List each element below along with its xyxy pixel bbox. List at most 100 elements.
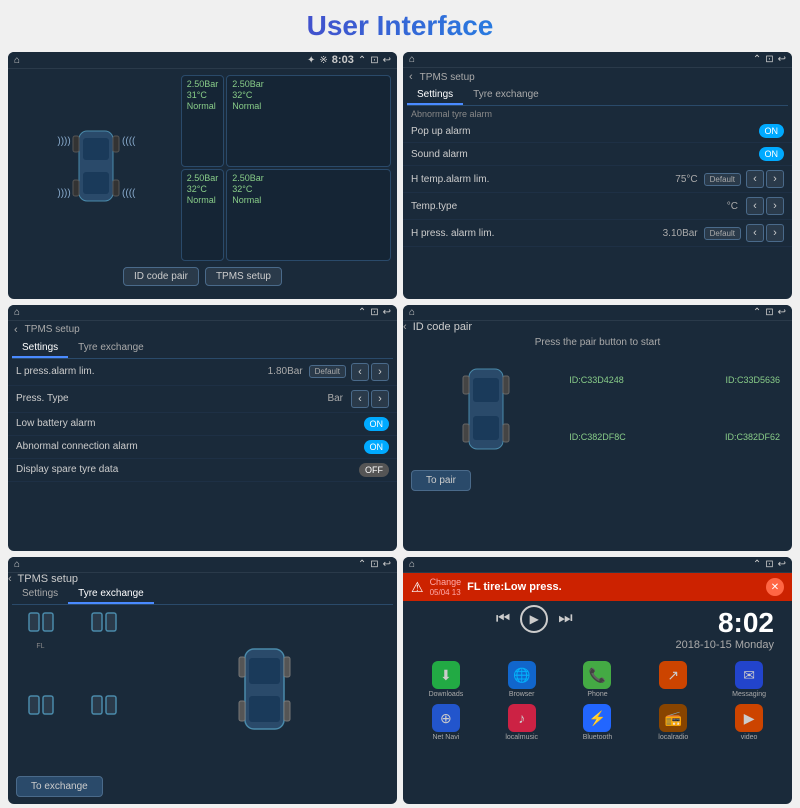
tire-fr-status: Normal bbox=[232, 101, 385, 111]
home-icon-6[interactable]: ⌂ bbox=[409, 559, 415, 570]
status-bar-2: ⌂ ⌃ ⊡ ↩ bbox=[403, 52, 792, 68]
expand-icon-4[interactable]: ⌃ bbox=[753, 307, 761, 318]
h-press-prev[interactable]: ‹ bbox=[746, 224, 764, 242]
low-battery-toggle[interactable]: ON bbox=[364, 417, 390, 431]
press-type-prev[interactable]: ‹ bbox=[351, 390, 369, 408]
tire-rr-bar: 2.50Bar bbox=[232, 173, 385, 183]
tyre-fr-icon[interactable] bbox=[88, 609, 120, 641]
temp-type-next[interactable]: › bbox=[766, 197, 784, 215]
tab-tyre-exchange-3[interactable]: Tyre exchange bbox=[68, 339, 154, 358]
app-phone[interactable]: 📞 Phone bbox=[561, 661, 635, 698]
setting-sound-alarm: Sound alarm ON bbox=[403, 143, 792, 166]
window-icon-3[interactable]: ⊡ bbox=[370, 307, 378, 318]
prev-button[interactable]: ⏮ bbox=[496, 610, 510, 628]
popup-alarm-toggle[interactable]: ON bbox=[759, 124, 785, 138]
car-center-exchange bbox=[136, 609, 393, 768]
tab-tyre-exchange-5[interactable]: Tyre exchange bbox=[68, 585, 154, 604]
tire-fr-bar: 2.50Bar bbox=[232, 79, 385, 89]
panel-tpms-settings-1: ⌂ ⌃ ⊡ ↩ ‹ TPMS setup Settings Tyre excha… bbox=[403, 52, 792, 299]
back-icon-5[interactable]: ↩ bbox=[383, 559, 391, 570]
tpms-setup-button[interactable]: TPMS setup bbox=[205, 267, 282, 286]
panel-tyre-exchange: ⌂ ⌃ ⊡ ↩ ‹ TPMS setup Settings Tyre excha… bbox=[8, 557, 397, 804]
setting-h-press: H press. alarm lim. 3.10Bar Default ‹ › bbox=[403, 220, 792, 247]
l-press-next[interactable]: › bbox=[371, 363, 389, 381]
h-press-next[interactable]: › bbox=[766, 224, 784, 242]
app-nav[interactable]: ↗ bbox=[636, 661, 710, 698]
abnormal-conn-toggle[interactable]: ON bbox=[364, 440, 390, 454]
expand-icon-3[interactable]: ⌃ bbox=[358, 307, 366, 318]
tyre-rl-icon[interactable] bbox=[25, 692, 57, 724]
expand-icon-2[interactable]: ⌃ bbox=[753, 54, 761, 65]
tyre-rr-icon[interactable] bbox=[88, 692, 120, 724]
tire-rl-bar: 2.50Bar bbox=[187, 173, 219, 183]
home-icon-5[interactable]: ⌂ bbox=[14, 559, 20, 570]
tab-settings-3[interactable]: Settings bbox=[12, 339, 68, 358]
tab-settings-2[interactable]: Settings bbox=[407, 86, 463, 105]
back-icon-4[interactable]: ↩ bbox=[778, 307, 786, 318]
home-icon[interactable]: ⌂ bbox=[14, 55, 20, 66]
home-icon-2[interactable]: ⌂ bbox=[409, 54, 415, 65]
spare-tyre-toggle[interactable]: OFF bbox=[359, 463, 389, 477]
clock-display: 8:02 bbox=[666, 601, 784, 639]
back-icon[interactable]: ↩ bbox=[383, 55, 391, 66]
back-arrow-2[interactable]: ‹ bbox=[409, 71, 413, 83]
setting-l-press: L press.alarm lim. 1.80Bar Default ‹ › bbox=[8, 359, 397, 386]
window-icon-2[interactable]: ⊡ bbox=[765, 54, 773, 65]
app-browser[interactable]: 🌐 Browser bbox=[485, 661, 559, 698]
temp-type-label: Temp.type bbox=[411, 201, 727, 212]
setting-h-temp: H temp.alarm lim. 75°C Default ‹ › bbox=[403, 166, 792, 193]
h-press-label: H press. alarm lim. bbox=[411, 228, 663, 239]
window-icon-6[interactable]: ⊡ bbox=[765, 559, 773, 570]
app-video[interactable]: ▶ video bbox=[712, 704, 786, 741]
back-arrow-5[interactable]: ‹ bbox=[8, 573, 12, 585]
app-netnavi[interactable]: ⊕ Net Navi bbox=[409, 704, 483, 741]
temp-type-prev[interactable]: ‹ bbox=[746, 197, 764, 215]
status-bar-1: ⌂ ✦ ※ 8:03 ⌃ ⊡ ↩ bbox=[8, 52, 397, 69]
home-icon-3[interactable]: ⌂ bbox=[14, 307, 20, 318]
to-pair-button[interactable]: To pair bbox=[411, 470, 471, 491]
bluetooth-icon: ✦ bbox=[307, 55, 315, 66]
tire-fl: 2.50Bar 31°C Normal bbox=[181, 75, 225, 167]
app-localradio[interactable]: 📻 localradio bbox=[636, 704, 710, 741]
back-icon-3[interactable]: ↩ bbox=[383, 307, 391, 318]
sound-alarm-toggle[interactable]: ON bbox=[759, 147, 785, 161]
app-downloads[interactable]: ⬇ Downloads bbox=[409, 661, 483, 698]
play-button[interactable]: ▶ bbox=[520, 605, 548, 633]
h-temp-prev[interactable]: ‹ bbox=[746, 170, 764, 188]
browser-icon: 🌐 bbox=[508, 661, 536, 689]
back-icon-2[interactable]: ↩ bbox=[778, 54, 786, 65]
app-bluetooth[interactable]: ⚡ Bluetooth bbox=[561, 704, 635, 741]
sound-alarm-label: Sound alarm bbox=[411, 149, 759, 160]
app-localmusic[interactable]: ♪ localmusic bbox=[485, 704, 559, 741]
window-icon[interactable]: ⊡ bbox=[370, 55, 378, 66]
alert-close-button[interactable]: ✕ bbox=[766, 578, 784, 596]
h-temp-next[interactable]: › bbox=[766, 170, 784, 188]
window-icon-4[interactable]: ⊡ bbox=[765, 307, 773, 318]
status-icons: ✦ ※ 8:03 ⌃ ⊡ ↩ bbox=[307, 54, 391, 66]
messaging-label: Messaging bbox=[732, 691, 766, 698]
app-messaging[interactable]: ✉ Messaging bbox=[712, 661, 786, 698]
back-arrow-4[interactable]: ‹ bbox=[403, 321, 407, 333]
to-exchange-button[interactable]: To exchange bbox=[16, 776, 103, 797]
bluetooth-label: Bluetooth bbox=[583, 734, 613, 741]
back-icon-6[interactable]: ↩ bbox=[778, 559, 786, 570]
next-button[interactable]: ⏭ bbox=[558, 610, 572, 628]
tab-tyre-exchange-2[interactable]: Tyre exchange bbox=[463, 86, 549, 105]
expand-icon-5[interactable]: ⌃ bbox=[358, 559, 366, 570]
home-icon-4[interactable]: ⌂ bbox=[409, 307, 415, 318]
tab-settings-5[interactable]: Settings bbox=[12, 585, 68, 604]
l-press-prev[interactable]: ‹ bbox=[351, 363, 369, 381]
window-icon-5[interactable]: ⊡ bbox=[370, 559, 378, 570]
car-center: )))) (((( )))) (((( bbox=[14, 75, 179, 261]
header-bar-2: ‹ TPMS setup bbox=[403, 68, 792, 86]
back-arrow-3[interactable]: ‹ bbox=[14, 324, 18, 336]
signal-icon: ※ bbox=[319, 55, 327, 66]
press-type-next[interactable]: › bbox=[371, 390, 389, 408]
expand-icon[interactable]: ⌃ bbox=[358, 55, 366, 66]
id-rr: ID:C382DF62 bbox=[634, 411, 784, 464]
tire-fl-temp: 31°C bbox=[187, 90, 219, 100]
tyre-fl-icon[interactable] bbox=[25, 609, 57, 641]
id-code-pair-button[interactable]: ID code pair bbox=[123, 267, 199, 286]
wave-fr: (((( bbox=[122, 136, 135, 147]
expand-icon-6[interactable]: ⌃ bbox=[753, 559, 761, 570]
